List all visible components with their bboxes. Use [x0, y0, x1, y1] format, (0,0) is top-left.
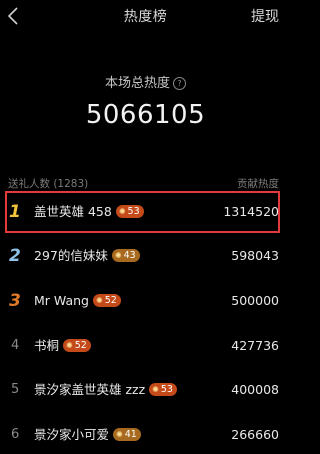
rank-number: 3	[9, 291, 21, 311]
list-item[interactable]: 3 Mr Wang ✺ 52 500000	[0, 283, 291, 319]
level-badge: ✺ 41	[113, 428, 141, 441]
user-name-wrap: 景汐家小可爱 ✺ 41	[34, 426, 141, 444]
list-item[interactable]: 4 书桐 ✺ 52 427736	[0, 328, 291, 364]
list-item[interactable]: 2 297的信妹妹 ✺ 43 598043	[0, 238, 291, 274]
question-circle-icon[interactable]: ?	[173, 77, 186, 90]
user-name-wrap: 书桐 ✺ 52	[34, 337, 91, 355]
heat-value: 598043	[231, 248, 279, 263]
heat-value: 266660	[231, 427, 279, 442]
level-value: 52	[104, 295, 117, 306]
level-value: 43	[123, 250, 136, 261]
list-item[interactable]: 5 景汐家盖世英雄 zzz ✺ 53 400008	[0, 372, 291, 408]
heat-value: 400008	[231, 382, 279, 397]
user-name: 297的信妹妹	[34, 248, 108, 263]
heat-value: 500000	[231, 293, 279, 308]
level-badge: ✺ 53	[149, 383, 177, 396]
heat-value: 427736	[231, 338, 279, 353]
sun-badge-icon: ✺	[152, 385, 159, 394]
rank-number: 5	[11, 382, 20, 397]
user-name: Mr Wang	[34, 293, 89, 308]
total-heat-label: 本场总热度	[104, 76, 170, 91]
level-value: 53	[160, 384, 173, 395]
header-bar: 热度榜 提现	[0, 0, 291, 30]
total-heat-label-row: 本场总热度?	[0, 72, 291, 91]
user-name-wrap: Mr Wang ✺ 52	[34, 292, 121, 310]
list-item[interactable]: 6 景汐家小可爱 ✺ 41 266660	[0, 417, 291, 453]
level-badge: ✺ 52	[63, 339, 91, 352]
level-badge: ✺ 43	[111, 249, 140, 262]
user-name: 书桐	[34, 338, 60, 353]
rank-number: 4	[11, 338, 20, 353]
level-badge: ✺ 52	[92, 294, 121, 307]
rank-number: 6	[11, 427, 20, 442]
user-name-wrap: 景汐家盖世英雄 zzz ✺ 53	[34, 381, 177, 399]
user-name: 景汐家盖世英雄 zzz	[34, 382, 146, 397]
gifter-count-header: 送礼人数 (1283)	[8, 178, 89, 190]
highlight-box	[5, 191, 280, 233]
level-value: 41	[124, 429, 137, 440]
withdraw-button[interactable]: 提现	[251, 6, 279, 26]
rank-number: 2	[9, 246, 21, 266]
sun-badge-icon: ✺	[114, 251, 122, 260]
level-value: 52	[74, 340, 87, 351]
sun-badge-icon: ✺	[95, 296, 103, 305]
sun-badge-icon: ✺	[116, 430, 123, 439]
sun-badge-icon: ✺	[66, 341, 73, 350]
page-title: 热度榜	[123, 9, 168, 25]
user-name: 景汐家小可爱	[34, 427, 110, 442]
contribution-header: 贡献热度	[237, 178, 279, 190]
heat-ranking-screen: 热度榜 提现 本场总热度? 5066105 送礼人数 (1283) 贡献热度 1…	[0, 0, 291, 454]
total-heat-value: 5066105	[85, 100, 206, 130]
user-name-wrap: 297的信妹妹 ✺ 43	[34, 247, 140, 265]
